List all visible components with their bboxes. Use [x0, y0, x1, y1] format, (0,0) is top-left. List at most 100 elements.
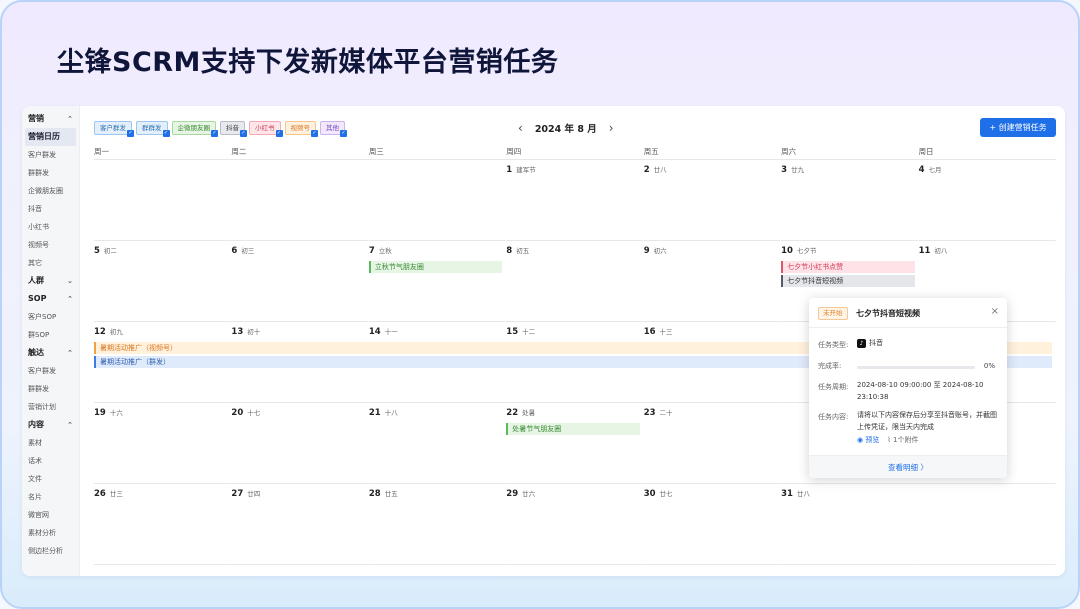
- sidebar-item[interactable]: 话术: [22, 452, 79, 470]
- day-number: 16 十三: [644, 326, 673, 337]
- sidebar-item[interactable]: 微官网: [22, 506, 79, 524]
- day-number: 23 二十: [644, 407, 673, 418]
- channel-chip[interactable]: 其他 ✓: [320, 121, 347, 137]
- next-month-button[interactable]: ›: [609, 121, 614, 135]
- sidebar-item[interactable]: 客户SOP: [22, 308, 79, 326]
- calendar-event[interactable]: 七夕节小红书点赞: [781, 261, 915, 273]
- attachment-link[interactable]: ⌇ 1个附件: [887, 435, 918, 445]
- day-cell[interactable]: 9 初六: [643, 241, 782, 322]
- channel-chip[interactable]: 小红书 ✓: [249, 121, 283, 137]
- sidebar-item[interactable]: 客户群发: [22, 146, 79, 164]
- sidebar-item[interactable]: 营销日历: [25, 128, 76, 146]
- day-cell[interactable]: 29 廿六: [506, 484, 644, 565]
- calendar-event[interactable]: 处暑节气朋友圈: [506, 423, 640, 435]
- day-cell[interactable]: 3 廿九: [781, 160, 919, 241]
- prev-month-button[interactable]: ‹: [518, 121, 523, 135]
- sidebar: 营销 ⌃ 营销日历 客户群发 群群发 企微朋友圈 抖音 小红书 视频号 其它 人群 ⌄ SOP ⌃ 客户SO…: [22, 106, 80, 576]
- day-number-text: 2: [643, 165, 650, 175]
- day-number-text: 6: [231, 246, 238, 256]
- task-type-text: 抖音: [869, 339, 883, 347]
- day-cell[interactable]: 1 建军节: [506, 160, 644, 241]
- day-number: 9 初六: [644, 245, 667, 256]
- create-marketing-task-button[interactable]: + 创建营销任务: [980, 118, 1056, 137]
- weekday-label: 周六: [781, 147, 797, 156]
- preview-text: 预览: [865, 436, 880, 444]
- day-number-text: 5: [94, 246, 100, 256]
- day-cell[interactable]: [918, 484, 1056, 565]
- day-number: 14 十一: [369, 326, 398, 337]
- sidebar-item[interactable]: 素材分析: [22, 524, 79, 542]
- day-cell[interactable]: 31 廿八: [781, 484, 919, 565]
- sidebar-item[interactable]: 群SOP: [22, 326, 79, 344]
- channel-chip-label: 企微朋友圈: [177, 124, 211, 132]
- sidebar-item[interactable]: 抖音: [22, 200, 79, 218]
- sidebar-group[interactable]: 内容 ⌃: [22, 416, 79, 434]
- sidebar-item[interactable]: 素材: [22, 434, 79, 452]
- check-icon: ✓: [240, 130, 247, 137]
- day-number-text: 23: [643, 408, 656, 418]
- progress-percent: 0%: [983, 362, 995, 370]
- sidebar-group[interactable]: SOP ⌃: [22, 290, 79, 308]
- day-cell[interactable]: 2 廿八: [643, 160, 782, 241]
- view-detail-button[interactable]: 查看明细 〉: [809, 455, 1007, 478]
- sidebar-group[interactable]: 人群 ⌄: [22, 272, 79, 290]
- channel-chip[interactable]: 视频号 ✓: [284, 121, 318, 137]
- day-cell[interactable]: 28 廿五: [368, 484, 507, 565]
- check-icon: ✓: [275, 130, 283, 137]
- sidebar-item[interactable]: 企微朋友圈: [22, 182, 79, 200]
- popover-header: 未开始 七夕节抖音短视频 ×: [809, 298, 1007, 328]
- day-cell[interactable]: 22 处暑: [506, 403, 644, 484]
- day-cell[interactable]: 5 初二: [94, 241, 232, 322]
- weekday-label: 周五: [643, 147, 659, 156]
- day-number-text: 8: [506, 246, 513, 256]
- lunar-label: 廿四: [247, 490, 261, 498]
- sidebar-group[interactable]: 营销 ⌃: [22, 110, 79, 128]
- channel-chip[interactable]: 企微朋友圈 ✓: [171, 121, 218, 137]
- calendar-event[interactable]: 立秋节气朋友圈: [368, 261, 503, 273]
- day-cell[interactable]: 23 二十: [643, 403, 782, 484]
- task-type-value: ♪ 抖音: [857, 337, 883, 349]
- lunar-label: 初九: [109, 328, 123, 336]
- sidebar-item[interactable]: 视频号: [22, 236, 79, 254]
- day-cell[interactable]: 20 十七: [231, 403, 369, 484]
- day-cell[interactable]: 19 十六: [94, 403, 232, 484]
- channel-chip-label: 视频号: [290, 124, 311, 132]
- channel-chip[interactable]: 群群发 ✓: [136, 121, 170, 137]
- day-cell[interactable]: 27 廿四: [231, 484, 369, 565]
- close-icon[interactable]: ×: [991, 306, 999, 317]
- sidebar-item[interactable]: 群群发: [22, 380, 79, 398]
- day-cell[interactable]: 30 廿七: [643, 484, 782, 565]
- sidebar-group-label: SOP: [28, 294, 47, 303]
- sidebar-item[interactable]: 名片: [22, 488, 79, 506]
- day-cell[interactable]: [231, 160, 369, 241]
- sidebar-item[interactable]: 其它: [22, 254, 79, 272]
- sidebar-item[interactable]: 客户群发: [22, 362, 79, 380]
- day-cell[interactable]: 21 十八: [368, 403, 507, 484]
- day-cell[interactable]: [94, 160, 232, 241]
- channel-chip-label: 客户群发: [100, 124, 126, 132]
- calendar-event[interactable]: 七夕节抖音短视频: [781, 275, 915, 287]
- sidebar-item[interactable]: 小红书: [22, 218, 79, 236]
- day-cell[interactable]: 6 初三: [231, 241, 369, 322]
- day-cell[interactable]: 8 初五: [506, 241, 644, 322]
- day-number-text: 28: [368, 489, 381, 499]
- preview-link[interactable]: ◉ 预览: [857, 435, 879, 445]
- day-cell[interactable]: 26 廿三: [94, 484, 232, 565]
- sidebar-item[interactable]: 群群发: [22, 164, 79, 182]
- lunar-label: 初三: [241, 247, 255, 255]
- day-number-text: 16: [643, 327, 656, 337]
- app-panel: 营销 ⌃ 营销日历 客户群发 群群发 企微朋友圈 抖音 小红书 视频号 其它 人群 ⌄ SOP ⌃ 客户SO…: [22, 106, 1065, 576]
- day-number-text: 13: [231, 327, 244, 337]
- day-cell[interactable]: [368, 160, 507, 241]
- day-cell[interactable]: 7 立秋: [368, 241, 507, 322]
- lunar-label: 十一: [384, 328, 398, 336]
- day-cell[interactable]: 4 七月: [918, 160, 1056, 241]
- sidebar-item[interactable]: 营销计划: [22, 398, 79, 416]
- sidebar-item[interactable]: 侧边栏分析: [22, 542, 79, 560]
- channel-chip[interactable]: 抖音 ✓: [220, 121, 247, 137]
- sidebar-item[interactable]: 文件: [22, 470, 79, 488]
- weekday-header: 周一 周二 周三 周四 周五 周六 周日: [94, 146, 1056, 160]
- day-number: 11 初八: [919, 245, 948, 256]
- sidebar-group[interactable]: 触达 ⌃: [22, 344, 79, 362]
- channel-chip[interactable]: 客户群发 ✓: [94, 121, 134, 137]
